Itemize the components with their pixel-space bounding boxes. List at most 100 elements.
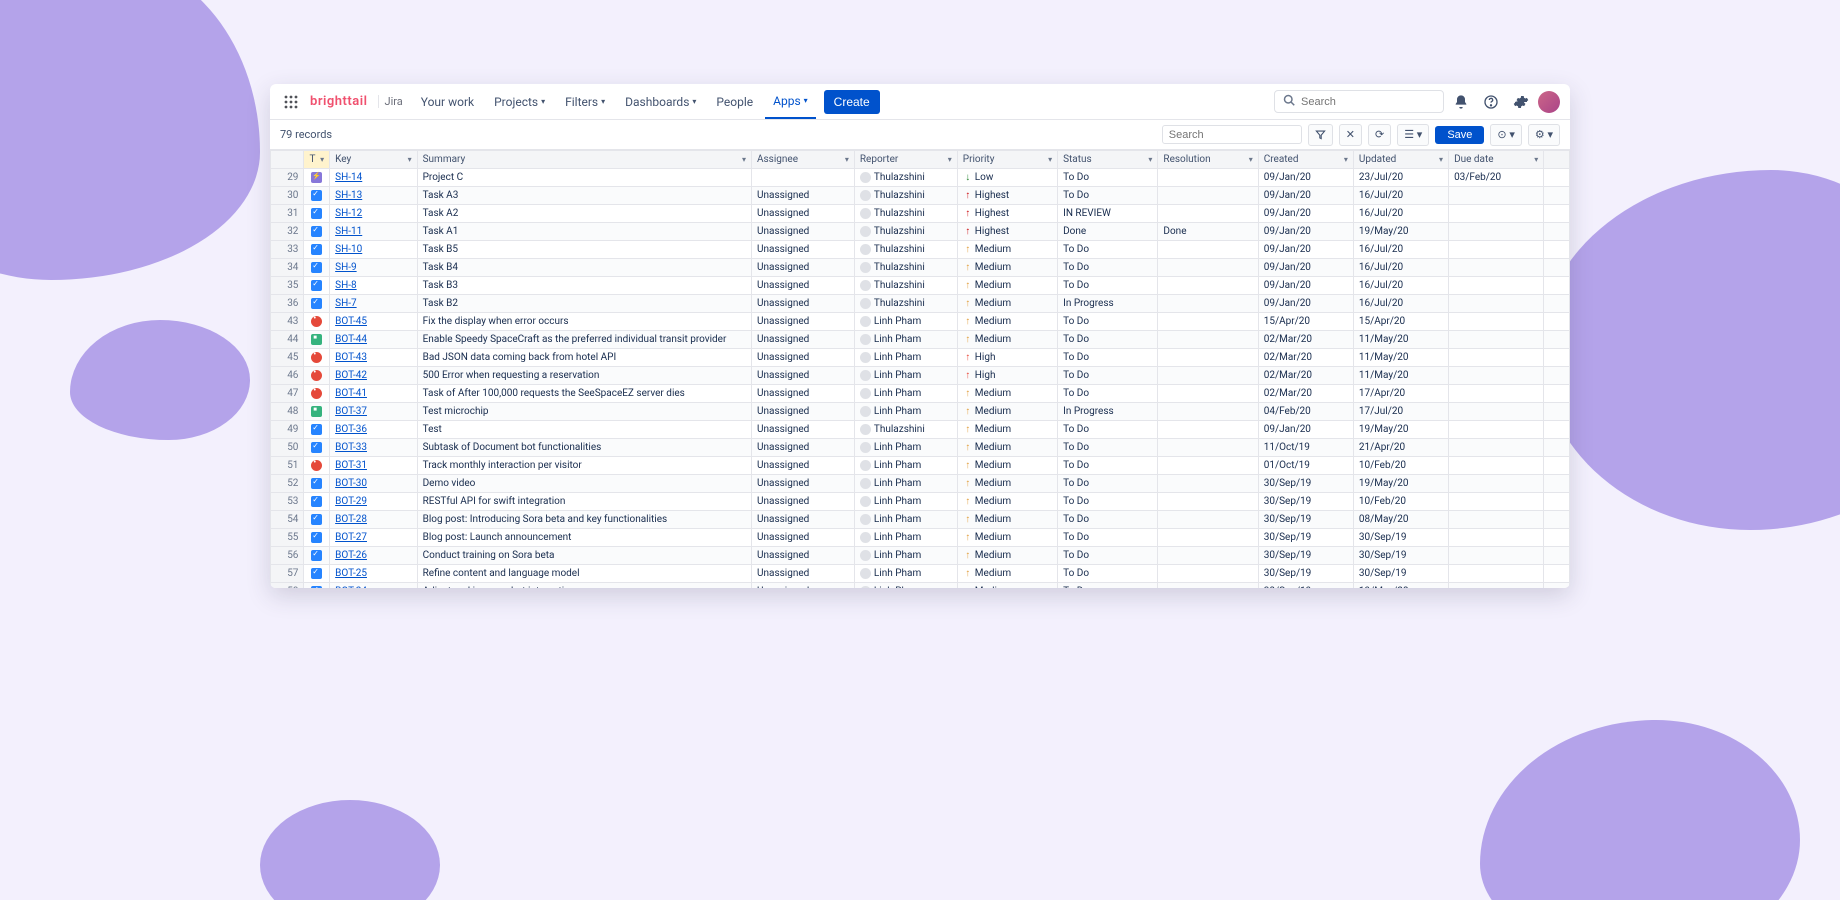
assignee-cell[interactable] bbox=[752, 169, 855, 187]
resolution-cell[interactable] bbox=[1158, 187, 1258, 205]
reporter-cell[interactable]: Linh Pham bbox=[854, 583, 957, 589]
assignee-cell[interactable]: Unassigned bbox=[752, 277, 855, 295]
issue-key-cell[interactable]: SH-7 bbox=[330, 295, 417, 313]
issue-key-cell[interactable]: BOT-41 bbox=[330, 385, 417, 403]
issue-key-cell[interactable]: SH-8 bbox=[330, 277, 417, 295]
issue-key-cell[interactable]: SH-12 bbox=[330, 205, 417, 223]
priority-cell[interactable]: ↓Low bbox=[957, 169, 1057, 187]
priority-cell[interactable]: ↑Medium bbox=[957, 295, 1057, 313]
assignee-cell[interactable]: Unassigned bbox=[752, 421, 855, 439]
column-header[interactable]: Reporter▾ bbox=[854, 151, 957, 169]
priority-cell[interactable]: ↑Medium bbox=[957, 439, 1057, 457]
summary-cell[interactable]: Blog post: Launch announcement bbox=[417, 529, 751, 547]
issue-key-cell[interactable]: BOT-27 bbox=[330, 529, 417, 547]
resolution-cell[interactable] bbox=[1158, 493, 1258, 511]
issue-key-link[interactable]: SH-8 bbox=[335, 280, 356, 291]
more-options-button[interactable]: ⊙ ▾ bbox=[1490, 124, 1521, 146]
issue-key-link[interactable]: SH-10 bbox=[335, 244, 362, 255]
assignee-cell[interactable]: Unassigned bbox=[752, 367, 855, 385]
resolution-cell[interactable] bbox=[1158, 331, 1258, 349]
priority-cell[interactable]: ↑Medium bbox=[957, 583, 1057, 589]
column-header[interactable] bbox=[271, 151, 304, 169]
filter-button[interactable] bbox=[1308, 124, 1333, 146]
issue-key-cell[interactable]: BOT-37 bbox=[330, 403, 417, 421]
status-cell[interactable]: To Do bbox=[1058, 493, 1158, 511]
assignee-cell[interactable]: Unassigned bbox=[752, 439, 855, 457]
column-dropdown-icon[interactable]: ▾ bbox=[1148, 155, 1152, 164]
column-dropdown-icon[interactable]: ▾ bbox=[408, 155, 412, 164]
status-cell[interactable]: In Progress bbox=[1058, 295, 1158, 313]
assignee-cell[interactable]: Unassigned bbox=[752, 583, 855, 589]
priority-cell[interactable]: ↑Medium bbox=[957, 493, 1057, 511]
resolution-cell[interactable] bbox=[1158, 277, 1258, 295]
summary-cell[interactable]: Test bbox=[417, 421, 751, 439]
summary-cell[interactable]: Fix the display when error occurs bbox=[417, 313, 751, 331]
priority-cell[interactable]: ↑Medium bbox=[957, 529, 1057, 547]
issue-key-cell[interactable]: BOT-26 bbox=[330, 547, 417, 565]
column-dropdown-icon[interactable]: ▾ bbox=[845, 155, 849, 164]
column-dropdown-icon[interactable]: ▾ bbox=[1249, 155, 1253, 164]
assignee-cell[interactable]: Unassigned bbox=[752, 475, 855, 493]
table-row[interactable]: 32SH-11Task A1UnassignedThulazshini↑High… bbox=[271, 223, 1570, 241]
reporter-cell[interactable]: Linh Pham bbox=[854, 439, 957, 457]
table-row[interactable]: 50BOT-33Subtask of Document bot function… bbox=[271, 439, 1570, 457]
issue-key-link[interactable]: BOT-29 bbox=[335, 496, 367, 507]
table-row[interactable]: 47BOT-41Task of After 100,000 requests t… bbox=[271, 385, 1570, 403]
issue-grid[interactable]: T▾Key▾Summary▾Assignee▾Reporter▾Priority… bbox=[270, 150, 1570, 588]
priority-cell[interactable]: ↑Medium bbox=[957, 457, 1057, 475]
issue-key-link[interactable]: BOT-44 bbox=[335, 334, 367, 345]
notifications-icon[interactable] bbox=[1448, 89, 1474, 115]
status-cell[interactable]: Done bbox=[1058, 223, 1158, 241]
resolution-cell[interactable] bbox=[1158, 421, 1258, 439]
settings-icon[interactable] bbox=[1508, 89, 1534, 115]
summary-cell[interactable]: Conduct training on Sora beta bbox=[417, 547, 751, 565]
column-dropdown-icon[interactable]: ▾ bbox=[742, 155, 746, 164]
status-cell[interactable]: To Do bbox=[1058, 385, 1158, 403]
clear-filter-button[interactable]: ✕ bbox=[1339, 124, 1362, 146]
issue-key-cell[interactable]: SH-13 bbox=[330, 187, 417, 205]
global-search-input[interactable] bbox=[1301, 96, 1443, 108]
assignee-cell[interactable]: Unassigned bbox=[752, 457, 855, 475]
reporter-cell[interactable]: Linh Pham bbox=[854, 493, 957, 511]
column-dropdown-icon[interactable]: ▾ bbox=[948, 155, 952, 164]
issue-key-link[interactable]: BOT-27 bbox=[335, 532, 367, 543]
status-cell[interactable]: To Do bbox=[1058, 259, 1158, 277]
issue-key-link[interactable]: BOT-43 bbox=[335, 352, 367, 363]
status-cell[interactable]: To Do bbox=[1058, 277, 1158, 295]
priority-cell[interactable]: ↑Medium bbox=[957, 385, 1057, 403]
status-cell[interactable]: To Do bbox=[1058, 349, 1158, 367]
priority-cell[interactable]: ↑Medium bbox=[957, 511, 1057, 529]
issue-key-cell[interactable]: BOT-25 bbox=[330, 565, 417, 583]
reporter-cell[interactable]: Thulazshini bbox=[854, 223, 957, 241]
status-cell[interactable]: To Do bbox=[1058, 583, 1158, 589]
table-row[interactable]: 54BOT-28Blog post: Introducing Sora beta… bbox=[271, 511, 1570, 529]
summary-cell[interactable]: Subtask of Document bot functionalities bbox=[417, 439, 751, 457]
priority-cell[interactable]: ↑Medium bbox=[957, 475, 1057, 493]
issue-key-link[interactable]: BOT-25 bbox=[335, 568, 367, 579]
issue-key-cell[interactable]: BOT-44 bbox=[330, 331, 417, 349]
summary-cell[interactable]: Enable Speedy SpaceCraft as the preferre… bbox=[417, 331, 751, 349]
summary-cell[interactable]: Task of After 100,000 requests the SeeSp… bbox=[417, 385, 751, 403]
priority-cell[interactable]: ↑Highest bbox=[957, 187, 1057, 205]
issue-key-cell[interactable]: BOT-29 bbox=[330, 493, 417, 511]
resolution-cell[interactable] bbox=[1158, 583, 1258, 589]
column-header[interactable]: Priority▾ bbox=[957, 151, 1057, 169]
issue-key-cell[interactable]: BOT-45 bbox=[330, 313, 417, 331]
reporter-cell[interactable]: Linh Pham bbox=[854, 529, 957, 547]
nav-dashboards[interactable]: Dashboards▾ bbox=[617, 84, 704, 119]
priority-cell[interactable]: ↑Medium bbox=[957, 403, 1057, 421]
nav-projects[interactable]: Projects▾ bbox=[486, 84, 553, 119]
status-cell[interactable]: To Do bbox=[1058, 439, 1158, 457]
column-header[interactable]: Resolution▾ bbox=[1158, 151, 1258, 169]
priority-cell[interactable]: ↑Medium bbox=[957, 313, 1057, 331]
issue-key-link[interactable]: BOT-36 bbox=[335, 424, 367, 435]
table-row[interactable]: 46BOT-42500 Error when requesting a rese… bbox=[271, 367, 1570, 385]
table-row[interactable]: 44BOT-44Enable Speedy SpaceCraft as the … bbox=[271, 331, 1570, 349]
status-cell[interactable]: To Do bbox=[1058, 547, 1158, 565]
column-header[interactable]: T▾ bbox=[304, 151, 330, 169]
issue-key-link[interactable]: SH-12 bbox=[335, 208, 362, 219]
status-cell[interactable]: To Do bbox=[1058, 511, 1158, 529]
view-toggle-button[interactable]: ☰ ▾ bbox=[1397, 124, 1429, 146]
column-dropdown-icon[interactable]: ▾ bbox=[1534, 155, 1538, 164]
status-cell[interactable]: To Do bbox=[1058, 169, 1158, 187]
